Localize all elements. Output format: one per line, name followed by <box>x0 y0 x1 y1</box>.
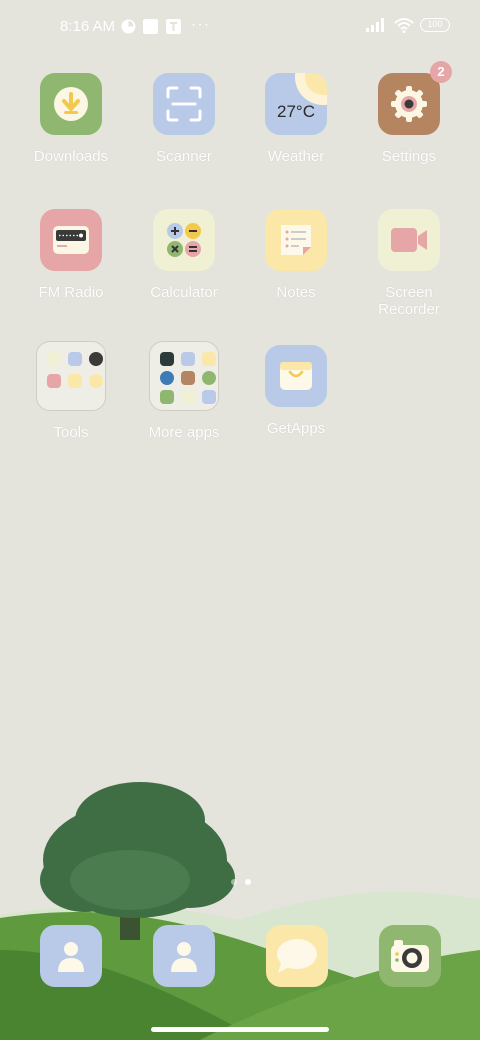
app-label: More apps <box>148 424 220 441</box>
signal-icon <box>366 18 384 32</box>
app-label: Weather <box>267 148 325 165</box>
video-camera-icon <box>378 209 440 271</box>
notification-more-icon: ··· <box>191 16 210 33</box>
wifi-icon <box>394 18 414 33</box>
folder-tools[interactable]: Tools <box>21 341 121 441</box>
app-label: FM Radio <box>38 284 104 301</box>
app-label: Tools <box>53 424 89 441</box>
app-label: GetApps <box>266 420 326 437</box>
app-label: Settings <box>381 148 437 165</box>
app-label: Screen Recorder <box>378 284 440 318</box>
status-time: 8:16 AM <box>60 18 116 35</box>
weather-temp: 27°C <box>277 102 315 121</box>
download-icon <box>40 73 102 135</box>
shopping-bag-icon <box>265 345 327 407</box>
battery-icon: 100 <box>420 18 450 32</box>
app-label: Calculator <box>150 284 218 301</box>
dock-camera[interactable] <box>379 925 441 987</box>
app-label: Downloads <box>33 148 109 165</box>
home-indicator[interactable] <box>151 1027 329 1032</box>
camera-icon <box>391 940 429 972</box>
calculator-icon <box>153 209 215 271</box>
app-notes[interactable]: Notes <box>246 209 346 301</box>
folder-more-apps[interactable]: More apps <box>134 341 234 441</box>
scan-icon <box>153 73 215 135</box>
notification-badge: 2 <box>430 61 452 83</box>
notification-app-icon <box>121 19 136 34</box>
notification-text-icon <box>166 19 181 34</box>
app-screen-recorder[interactable]: Screen Recorder <box>359 209 459 318</box>
messages-icon <box>277 939 317 973</box>
contacts-icon <box>58 942 84 972</box>
app-fm-radio[interactable]: FM Radio <box>21 209 121 301</box>
app-scanner[interactable]: Scanner <box>134 73 234 165</box>
app-label: Scanner <box>156 148 212 165</box>
folder-icon <box>36 341 106 411</box>
contacts-icon <box>171 942 197 972</box>
weather-icon: 27°C <box>265 73 327 135</box>
status-bar: 8:16 AM ··· 100 <box>0 0 480 56</box>
app-calculator[interactable]: Calculator <box>134 209 234 301</box>
notification-square-icon <box>143 19 158 34</box>
folder-icon <box>149 341 219 411</box>
app-settings[interactable]: 2 Settings <box>359 61 459 165</box>
notes-icon <box>265 209 327 271</box>
page-dot-1[interactable] <box>231 879 237 885</box>
gear-icon: 2 <box>378 61 452 135</box>
dock-messages[interactable] <box>266 925 328 987</box>
app-weather[interactable]: 27°C Weather <box>246 73 346 165</box>
dock-phone[interactable] <box>153 925 215 987</box>
app-downloads[interactable]: Downloads <box>21 73 121 165</box>
app-label: Notes <box>276 284 316 301</box>
radio-icon <box>40 209 102 271</box>
dock-contacts[interactable] <box>40 925 102 987</box>
app-getapps[interactable]: GetApps <box>246 345 346 437</box>
page-dot-2-active[interactable] <box>245 879 251 885</box>
